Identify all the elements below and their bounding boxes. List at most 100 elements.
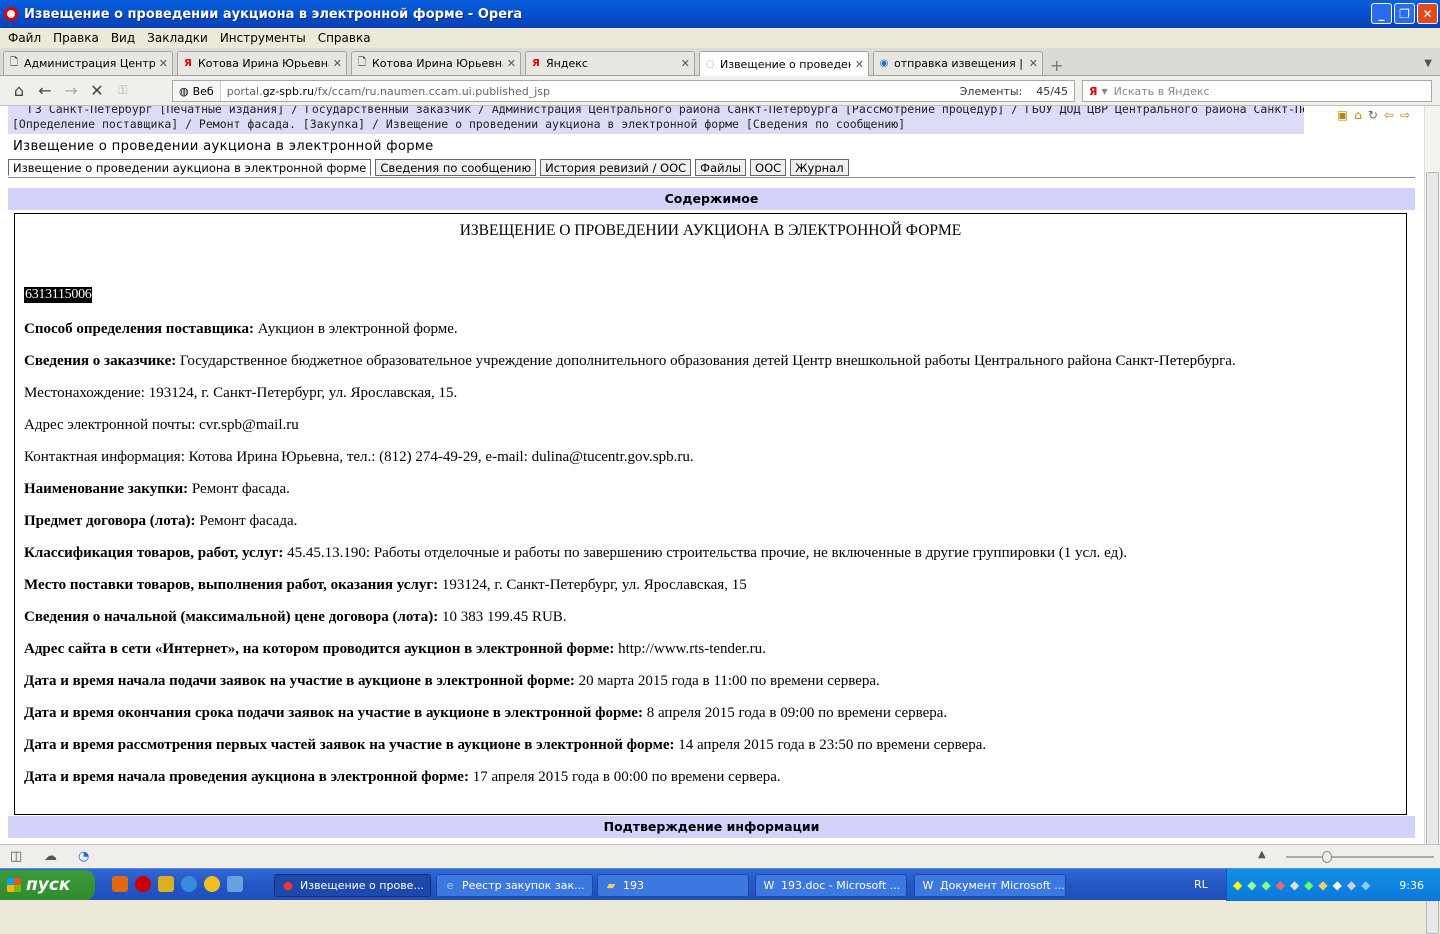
browser-tab[interactable]: ◉ отправка извещения | ... ✕ — [873, 51, 1043, 75]
chrome-icon[interactable] — [204, 876, 220, 892]
tray-icon[interactable]: ◆ — [1304, 878, 1313, 892]
forward-arrow-icon[interactable]: ⇨ — [1400, 108, 1410, 122]
firefox-icon[interactable] — [112, 876, 128, 892]
row-label: Дата и время начала подачи заявок на уча… — [24, 673, 575, 689]
document-row: Сведения о начальной (максимальной) цене… — [24, 609, 567, 626]
tab-close-icon[interactable]: ✕ — [681, 57, 690, 70]
back-arrow-icon[interactable]: ⇦ — [1384, 108, 1394, 122]
tool-icon[interactable] — [158, 876, 174, 892]
row-value: Ремонт фасада. — [195, 513, 298, 529]
tray-icon[interactable]: ◆ — [1361, 878, 1370, 892]
tab-notice[interactable]: Извещение о проведении аукциона в электр… — [8, 159, 372, 176]
tray-icon[interactable]: ◆ — [1347, 878, 1356, 892]
ie-icon[interactable] — [181, 876, 197, 892]
row-value: 8 апреля 2015 года в 09:00 по времени се… — [642, 705, 948, 721]
row-label: Предмет договора (лота): — [24, 513, 196, 529]
view-icon[interactable]: ▲ — [1258, 849, 1266, 860]
menu-help[interactable]: Справка — [312, 31, 377, 45]
url-path: /fx/ccam/ru.naumen.ccam.ui.published_jsp — [313, 84, 551, 98]
browser-tab[interactable]: Я Котова Ирина Юрьевна ✕ — [177, 51, 347, 75]
zoom-slider[interactable] — [1286, 851, 1434, 863]
tab-journal[interactable]: Журнал — [790, 159, 849, 176]
document-row: Наименование закупки: Ремонт фасада. — [24, 481, 290, 498]
start-button[interactable]: пуск — [0, 870, 95, 900]
shield-icon[interactable]: ◆ — [1276, 878, 1285, 892]
restore-button[interactable]: ❐ — [1394, 3, 1415, 24]
key-icon[interactable]: ⚿ — [110, 78, 136, 104]
loading-icon: ◌ — [705, 58, 715, 70]
home-icon[interactable]: ⌂ — [6, 78, 32, 104]
tab-message-info[interactable]: Сведения по сообщению — [375, 159, 537, 176]
browser-tab[interactable]: Я Яндекс ✕ — [525, 51, 695, 75]
back-icon[interactable]: ← — [32, 78, 58, 104]
url-domain: gz-spb.ru — [262, 84, 314, 98]
network-icon[interactable]: ◆ — [1318, 878, 1327, 892]
web-badge[interactable]: ◍ Веб — [173, 81, 221, 101]
page-icon: 🗋 — [9, 57, 19, 68]
word-icon: W — [922, 879, 934, 892]
tab-files[interactable]: Файлы — [695, 159, 747, 176]
menu-bookmarks[interactable]: Закладки — [141, 31, 214, 45]
volume-icon[interactable]: ◆ — [1333, 878, 1342, 892]
tab-close-icon[interactable]: ✕ — [1029, 57, 1038, 70]
tray-icon[interactable]: ◆ — [1233, 878, 1242, 892]
taskbar-item-label: 193 — [623, 879, 644, 892]
document-title: ИЗВЕЩЕНИЕ О ПРОВЕДЕНИИ АУКЦИОНА В ЭЛЕКТР… — [459, 222, 962, 239]
menu-tools[interactable]: Инструменты — [214, 31, 312, 45]
address-field[interactable]: ◍ Веб portal.gz-spb.ru/fx/ccam/ru.naumen.… — [172, 80, 1075, 102]
stop-icon[interactable]: ✕ — [84, 78, 110, 104]
document-row: Дата и время начала проведения аукциона … — [24, 769, 781, 786]
printer-icon[interactable]: ▣ — [1337, 108, 1348, 122]
tab-close-icon[interactable]: ✕ — [507, 57, 516, 70]
word-icon: W — [763, 879, 775, 892]
speed-dial-icon[interactable]: ◔ — [78, 849, 89, 864]
breadcrumb-line[interactable]: ГЗ Санкт-Петербург [Печатные издания] / … — [12, 106, 1304, 117]
tray-icon[interactable]: ◆ — [1261, 878, 1270, 892]
taskbar-item-folder[interactable]: ▰ 193 — [597, 874, 749, 897]
menu-edit[interactable]: Правка — [47, 31, 105, 45]
chevron-down-icon[interactable]: ▼ — [1101, 87, 1107, 96]
panel-toggle-icon[interactable]: ◫ — [10, 849, 22, 864]
tab-revision-history[interactable]: История ревизий / ООС — [540, 159, 692, 176]
zoom-knob[interactable] — [1322, 851, 1332, 863]
row-label: Сведения о начальной (максимальной) цене… — [24, 609, 439, 625]
menu-view[interactable]: Вид — [105, 31, 141, 45]
new-tab-icon[interactable]: + — [1050, 56, 1063, 75]
tab-close-icon[interactable]: ✕ — [855, 58, 864, 71]
taskbar-item-word[interactable]: W 193.doc - Microsoft ... — [755, 874, 907, 897]
forward-icon[interactable]: → — [58, 78, 84, 104]
minimize-button[interactable]: _ — [1371, 3, 1392, 24]
document-row: Местонахождение: 193124, г. Санкт-Петерб… — [24, 385, 457, 402]
cloud-icon[interactable]: ☁ — [44, 849, 57, 864]
tray-icon[interactable]: ◆ — [1247, 878, 1256, 892]
browser-tab-bar: 🗋 Администрация Центра... ✕ Я Котова Ири… — [0, 48, 1440, 76]
refresh-icon[interactable]: ↻ — [1368, 108, 1378, 122]
taskbar-item-ie[interactable]: e Реестр закупок зак... — [436, 874, 593, 897]
row-value: Аукцион в электронной форме. — [253, 321, 458, 337]
tab-close-icon[interactable]: ✕ — [159, 57, 168, 70]
clock[interactable]: 9:36 — [1399, 879, 1424, 892]
language-indicator[interactable]: RL — [1194, 878, 1208, 891]
search-input[interactable]: Я ▼ Искать в Яндекс — [1082, 80, 1432, 102]
tab-close-icon[interactable]: ✕ — [333, 57, 342, 70]
browser-tab[interactable]: 🗋 Администрация Центра... ✕ — [3, 51, 173, 75]
tab-label: Котова Ирина Юрьевна — [198, 57, 329, 70]
taskbar-item-opera[interactable]: ● Извещение о прове... — [274, 874, 431, 897]
browser-tab-active[interactable]: ◌ Извещение о проведен... ✕ — [699, 51, 869, 76]
taskbar-item-word[interactable]: W Документ Microsoft ... — [914, 874, 1066, 897]
browser-tab[interactable]: 🗋 Котова Ирина Юрьевна ✕ — [351, 51, 521, 75]
section-header[interactable]: Подтверждение информации — [8, 816, 1415, 838]
home-icon[interactable]: ⌂ — [1354, 108, 1362, 122]
web-badge-label: Веб — [192, 84, 214, 98]
opera-icon[interactable] — [135, 876, 151, 892]
chevron-down-icon[interactable]: ▼ — [1424, 58, 1432, 69]
row-value: Местонахождение: 193124, г. Санкт-Петерб… — [24, 385, 458, 401]
app-icon[interactable] — [227, 876, 243, 892]
tab-oos[interactable]: ООС — [750, 159, 787, 176]
tray-icon[interactable]: ◆ — [1290, 878, 1299, 892]
scrollbar-thumb[interactable] — [1426, 172, 1439, 934]
close-button[interactable]: ✕ — [1417, 3, 1438, 24]
menu-file[interactable]: Файл — [2, 31, 47, 45]
breadcrumb-line[interactable]: [Определение поставщика] / Ремонт фасада… — [12, 117, 1304, 132]
vertical-scrollbar[interactable] — [1424, 106, 1440, 934]
